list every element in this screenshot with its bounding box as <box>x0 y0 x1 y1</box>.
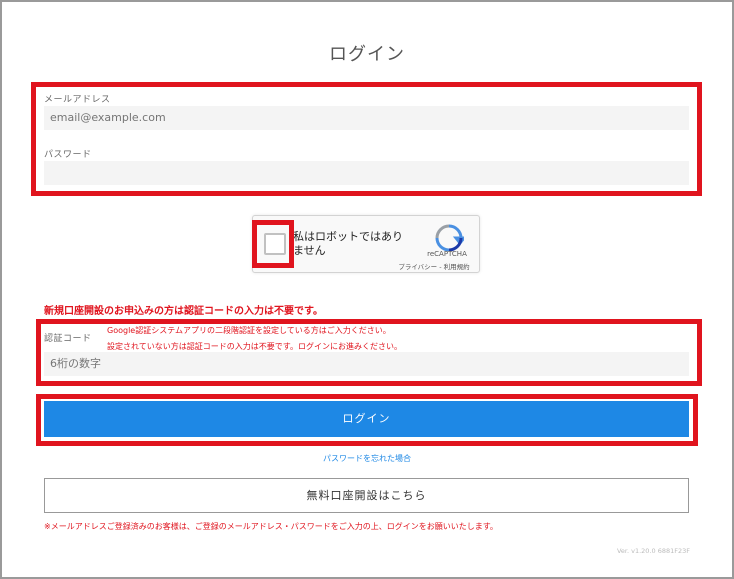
password-field[interactable] <box>44 161 689 185</box>
auth-code-label: 認証コード <box>44 334 92 344</box>
auth-code-note-2: 設定されていない方は認証コードの入力は不要です。ログインにお進みください。 <box>107 342 402 351</box>
recaptcha-text: 私はロボットではありません <box>293 230 403 257</box>
auth-code-field[interactable] <box>44 352 689 376</box>
auth-code-notice: 新規口座開設のお申込みの方は認証コードの入力は不要です。 <box>44 306 323 317</box>
login-button[interactable]: ログイン <box>44 401 689 437</box>
page-title: ログイン <box>329 44 405 65</box>
auth-code-note-1: Google認証システムアプリの二段階認証を設定している方はご入力ください。 <box>107 326 391 335</box>
recaptcha-links[interactable]: プライバシー - 利用規約 <box>389 261 479 271</box>
password-label: パスワード <box>44 150 92 160</box>
footer-note: ※メールアドレスご登録済みのお客様は、ご登録のメールアドレス・パスワードをご入力… <box>44 522 498 531</box>
recaptcha-logo-icon <box>435 224 464 252</box>
open-account-button[interactable]: 無料口座開設はこちら <box>44 478 689 513</box>
email-label: メールアドレス <box>44 95 111 105</box>
version-text: Ver. v1.20.0 6881F23F <box>616 547 690 555</box>
recaptcha-brand: reCAPTCHA <box>427 250 467 258</box>
email-field[interactable] <box>44 106 689 130</box>
forgot-password-link[interactable]: パスワードを忘れた場合 <box>0 453 734 464</box>
checkbox-highlight <box>252 220 294 268</box>
